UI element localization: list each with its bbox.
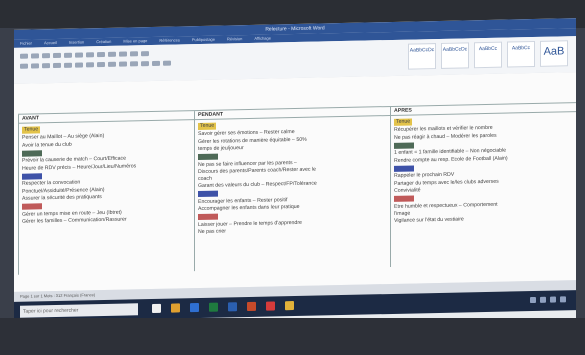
cell-text: Accompagner les enfants dans leur pratiq… bbox=[198, 204, 300, 213]
style-swatch[interactable]: AaBbCcDc bbox=[408, 43, 436, 70]
highlight-chip bbox=[198, 153, 218, 161]
network-icon[interactable] bbox=[530, 296, 536, 304]
cell-text: Gérer les rotations de manière équitable… bbox=[198, 136, 307, 145]
app-icon[interactable] bbox=[266, 301, 275, 311]
style-swatch[interactable]: AaB bbox=[540, 40, 568, 67]
cell-text: Convivialité bbox=[394, 187, 421, 194]
cell-text: Partager du temps avec le/les clubs adve… bbox=[394, 178, 499, 187]
system-tray bbox=[530, 296, 566, 304]
style-swatch[interactable]: AaBbCc bbox=[507, 40, 535, 68]
highlight-chip bbox=[198, 214, 218, 221]
highlight-chip bbox=[22, 150, 42, 157]
highlight-chip bbox=[22, 203, 42, 210]
toolbar-row-2 bbox=[20, 60, 171, 69]
document-page: AVANT Tenue Penser au Maillot – Au siège (… bbox=[14, 72, 576, 292]
highlight-chip bbox=[394, 195, 414, 202]
cell-text: Vigilance sur l'état du vestiaire bbox=[394, 216, 464, 224]
cell-text: Rappeler le prochain RDV bbox=[394, 172, 455, 180]
cell-text: Ne pas réagir à chaud – Modérer les paro… bbox=[394, 132, 497, 141]
cell-text: Heure de RDV précis – Heure/Jour/Lieu/Nu… bbox=[22, 162, 137, 172]
app-icon-2[interactable] bbox=[285, 301, 294, 311]
highlight-chip: Tenue bbox=[22, 126, 41, 135]
cell-text: Ne pas crier bbox=[198, 228, 226, 236]
powerpoint-icon[interactable] bbox=[247, 301, 256, 312]
cell-text: Rendre compte au resp. Ecole de Football… bbox=[394, 155, 508, 164]
highlight-chip bbox=[394, 165, 414, 172]
highlight-chip: Tenue bbox=[198, 122, 217, 131]
style-swatch[interactable]: AaBbCc bbox=[474, 41, 502, 69]
cell-text: Gérer les familles – Communication/Rassu… bbox=[22, 216, 127, 225]
screen: Relecture - Microsoft Word Fichier Accuei… bbox=[14, 18, 576, 330]
file-explorer-icon[interactable] bbox=[171, 303, 180, 313]
style-swatch[interactable]: AaBbCcDc bbox=[441, 42, 469, 69]
volume-icon[interactable] bbox=[540, 296, 546, 303]
battery-icon[interactable] bbox=[550, 296, 556, 303]
cell-text: coach bbox=[198, 175, 212, 183]
cell-text: Etre humble et respectueux – Comportemen… bbox=[394, 201, 498, 210]
highlight-chip bbox=[22, 173, 42, 180]
taskbar-apps bbox=[152, 301, 294, 313]
excel-icon[interactable] bbox=[209, 302, 218, 312]
word-icon[interactable] bbox=[228, 302, 237, 312]
highlight-chip: Tenue bbox=[394, 118, 413, 127]
cell-text: l'image bbox=[394, 210, 411, 217]
cell-text: Penser au Maillot – Au siège (Alain) bbox=[22, 133, 105, 142]
task-view-icon[interactable] bbox=[152, 303, 161, 313]
ribbon-tab[interactable]: Fichier bbox=[20, 40, 32, 48]
toolbar-row-1 bbox=[20, 51, 149, 59]
schedule-table: AVANT Tenue Penser au Maillot – Au siège (… bbox=[18, 102, 576, 275]
cell-text: temps de jeu/joueur bbox=[198, 144, 244, 152]
cell-text: Respecter la convocation bbox=[22, 179, 81, 188]
styles-gallery: AaBbCcDc AaBbCcDc AaBbCc AaBbCc AaB bbox=[408, 40, 568, 70]
monitor-bezel-bottom bbox=[0, 318, 585, 355]
edge-icon[interactable] bbox=[190, 303, 199, 313]
cell-text: Discours des parents/Parents coach/Reste… bbox=[198, 166, 316, 175]
cell-text: Avoir la tenue du club bbox=[22, 141, 72, 149]
table-column: APRES Tenue Récupérer les maillots et véri… bbox=[390, 103, 576, 268]
highlight-chip bbox=[394, 142, 414, 149]
cell-text: Assurer la sécurité des pratiquants bbox=[22, 193, 102, 202]
table-column: AVANT Tenue Penser au Maillot – Au siège (… bbox=[18, 111, 194, 275]
clock-icon[interactable] bbox=[560, 296, 566, 303]
table-column: PENDANT Tenue Savoir gérer ses émotions – … bbox=[194, 107, 390, 272]
highlight-chip bbox=[198, 191, 218, 198]
taskbar-search-input[interactable]: Taper ici pour rechercher bbox=[20, 303, 138, 318]
cell-text: Laisser jouer – Prendre le temps d'appre… bbox=[198, 219, 302, 229]
